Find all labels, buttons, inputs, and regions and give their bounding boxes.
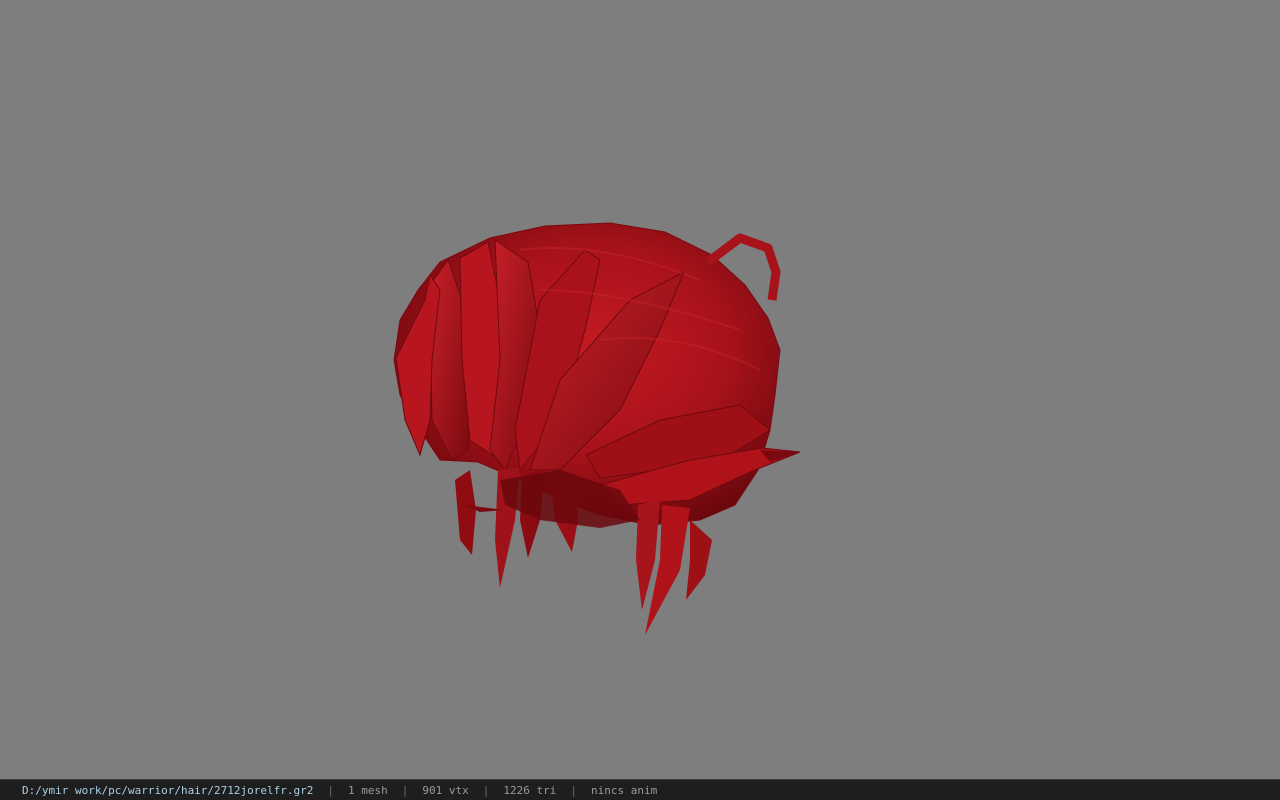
separator: | <box>327 783 335 797</box>
mesh-count-label: 1 mesh <box>348 783 388 797</box>
hair-tip <box>686 520 712 600</box>
separator: | <box>401 783 409 797</box>
3d-viewport[interactable] <box>0 0 1280 779</box>
status-bar: D:/ymir work/pc/warrior/hair/2712jorelfr… <box>0 779 1280 800</box>
separator: | <box>570 783 577 797</box>
triangle-count-label: 1226 tri <box>503 783 557 797</box>
vertex-count-label: 901 vtx <box>422 783 469 797</box>
hair-tip <box>455 470 476 555</box>
separator: | <box>482 783 490 797</box>
file-path-label: D:/ymir work/pc/warrior/hair/2712jorelfr… <box>22 783 314 797</box>
animation-status-label: nincs anim <box>591 783 658 797</box>
hair-model-render <box>393 222 801 635</box>
